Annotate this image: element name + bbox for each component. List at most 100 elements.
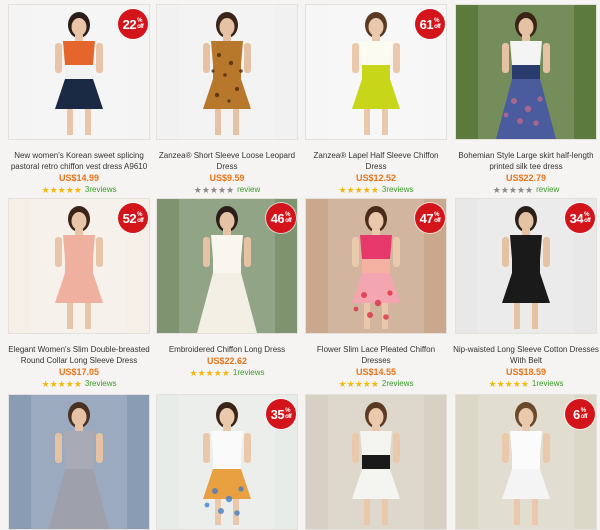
star-icon: ★ bbox=[354, 378, 363, 389]
star-icon: ★ bbox=[488, 378, 497, 389]
product-price: US$22.79 bbox=[505, 173, 547, 183]
discount-badge: 34% off bbox=[565, 203, 595, 233]
star-icon: ★ bbox=[512, 378, 521, 389]
product-price: US$22.62 bbox=[206, 356, 248, 366]
product-card[interactable]: 61% off Zanzea® Lapel Half Sleeve Chiffon … bbox=[305, 4, 447, 195]
star-icon: ★ bbox=[57, 378, 66, 389]
product-image[interactable]: 47% off bbox=[305, 198, 447, 334]
star-icon: ★ bbox=[49, 378, 58, 389]
product-image[interactable]: 61% off bbox=[305, 4, 447, 140]
product-title-link[interactable]: Embroidered Chiffon Long Dress bbox=[153, 344, 301, 355]
star-icon: ★ bbox=[504, 378, 513, 389]
star-icon: ★ bbox=[205, 367, 214, 378]
star-icon: ★ bbox=[73, 184, 82, 195]
product-card[interactable]: Bohemian Style Large skirt half-length p… bbox=[455, 4, 597, 195]
product-rating: ★ ★ ★ ★ ★ 3reviews bbox=[305, 184, 447, 195]
product-rating: ★ ★ ★ ★ ★ 2reviews bbox=[305, 378, 447, 389]
star-icon: ★ bbox=[197, 367, 206, 378]
discount-value: 61 bbox=[419, 16, 434, 32]
discount-value: 34 bbox=[569, 210, 584, 226]
star-icon: ★ bbox=[41, 184, 50, 195]
discount-badge: 61% off bbox=[415, 9, 445, 39]
star-icon: ★ bbox=[362, 378, 371, 389]
product-image[interactable]: 34% off bbox=[455, 198, 597, 334]
product-title-link[interactable]: New women's Korean sweet splicing pastor… bbox=[5, 150, 153, 172]
star-icon: ★ bbox=[346, 378, 355, 389]
star-icon: ★ bbox=[338, 184, 347, 195]
product-image[interactable] bbox=[156, 4, 298, 140]
product-card[interactable]: 35% off bbox=[156, 394, 298, 530]
discount-value: 46 bbox=[270, 210, 285, 226]
star-icon: ★ bbox=[217, 184, 227, 195]
star-icon: ★ bbox=[41, 378, 50, 389]
star-icon: ★ bbox=[370, 184, 379, 195]
product-card[interactable]: 22% off New women's Korean sweet splicing … bbox=[8, 4, 150, 195]
product-image[interactable]: 35% off bbox=[156, 394, 298, 530]
star-icon: ★ bbox=[57, 184, 66, 195]
product-rating: ★ ★ ★ ★ ★ review bbox=[455, 184, 597, 195]
reviews-link[interactable]: 3reviews bbox=[85, 379, 117, 388]
product-image[interactable]: 52% off bbox=[8, 198, 150, 334]
product-image[interactable] bbox=[8, 394, 150, 530]
product-card[interactable]: 47% off Flower Slim Lace Pleated Chiffon D… bbox=[305, 198, 447, 389]
product-card[interactable]: 52% off Elegant Women's Slim Double-breast… bbox=[8, 198, 150, 389]
product-grid: 22% off New women's Korean sweet splicing … bbox=[0, 0, 600, 530]
star-icon: ★ bbox=[201, 184, 210, 195]
star-icon: ★ bbox=[516, 184, 526, 195]
product-rating: ★ ★ ★ ★ ★ 1reviews bbox=[156, 367, 298, 378]
star-icon: ★ bbox=[520, 378, 529, 389]
product-price: US$9.59 bbox=[209, 173, 245, 183]
discount-value: 35 bbox=[270, 406, 285, 422]
product-image[interactable] bbox=[305, 394, 447, 530]
star-icon: ★ bbox=[338, 378, 347, 389]
star-icon: ★ bbox=[65, 378, 74, 389]
reviews-link[interactable]: 1reviews bbox=[532, 379, 564, 388]
star-icon: ★ bbox=[209, 184, 218, 195]
discount-badge: 46% off bbox=[266, 203, 296, 233]
product-image[interactable]: 6% off bbox=[455, 394, 597, 530]
discount-value: 52 bbox=[122, 210, 137, 226]
discount-value: 6 bbox=[573, 406, 580, 422]
product-title-link[interactable]: Zanzea® Lapel Half Sleeve Chiffon Dress bbox=[302, 150, 450, 172]
star-icon: ★ bbox=[189, 367, 198, 378]
product-card[interactable]: 34% off Nip-waisted Long Sleeve Cotton Dre… bbox=[452, 198, 600, 389]
product-rating: ★ ★ ★ ★ ★ 3reviews bbox=[8, 378, 150, 389]
star-icon: ★ bbox=[221, 367, 230, 378]
discount-value: 22 bbox=[122, 16, 137, 32]
star-icon: ★ bbox=[73, 378, 82, 389]
product-rating: ★ ★ ★ ★ ★ 1reviews bbox=[455, 378, 597, 389]
product-card[interactable]: Zanzea® Short Sleeve Loose Leopard Dress… bbox=[156, 4, 298, 195]
reviews-link[interactable]: 3reviews bbox=[382, 185, 414, 194]
product-card[interactable] bbox=[8, 394, 150, 530]
product-title-link[interactable]: Flower Slim Lace Pleated Chiffon Dresses bbox=[302, 344, 450, 366]
product-image[interactable] bbox=[455, 4, 597, 140]
product-card[interactable]: 6% off bbox=[455, 394, 597, 530]
product-price: US$17.05 bbox=[58, 367, 100, 377]
product-price: US$14.99 bbox=[58, 173, 100, 183]
reviews-link[interactable]: 3reviews bbox=[85, 185, 117, 194]
star-icon: ★ bbox=[500, 184, 509, 195]
product-price: US$14.55 bbox=[355, 367, 397, 377]
product-title-link[interactable]: Elegant Women's Slim Double-breasted Rou… bbox=[5, 344, 153, 366]
star-icon: ★ bbox=[49, 184, 58, 195]
discount-badge: 47% off bbox=[415, 203, 445, 233]
star-icon: ★ bbox=[525, 184, 534, 195]
product-title-link[interactable]: Zanzea® Short Sleeve Loose Leopard Dress bbox=[153, 150, 301, 172]
product-title-link[interactable]: Bohemian Style Large skirt half-length p… bbox=[452, 150, 600, 172]
reviews-link[interactable]: review bbox=[237, 185, 260, 194]
reviews-link[interactable]: 2reviews bbox=[382, 379, 414, 388]
product-price: US$12.52 bbox=[355, 173, 397, 183]
product-card[interactable] bbox=[305, 394, 447, 530]
product-image[interactable]: 46% off bbox=[156, 198, 298, 334]
product-rating: ★ ★ ★ ★ ★ review bbox=[156, 184, 298, 195]
reviews-link[interactable]: review bbox=[536, 185, 559, 194]
star-icon: ★ bbox=[362, 184, 371, 195]
product-title-link[interactable]: Nip-waisted Long Sleeve Cotton Dresses W… bbox=[452, 344, 600, 366]
product-image[interactable]: 22% off bbox=[8, 4, 150, 140]
reviews-link[interactable]: 1reviews bbox=[233, 368, 265, 377]
discount-value: 47 bbox=[419, 210, 434, 226]
star-icon: ★ bbox=[370, 378, 379, 389]
product-card[interactable]: 46% off Embroidered Chiffon Long Dress US$2… bbox=[156, 198, 298, 378]
product-price: US$18.59 bbox=[505, 367, 547, 377]
star-icon: ★ bbox=[65, 184, 74, 195]
